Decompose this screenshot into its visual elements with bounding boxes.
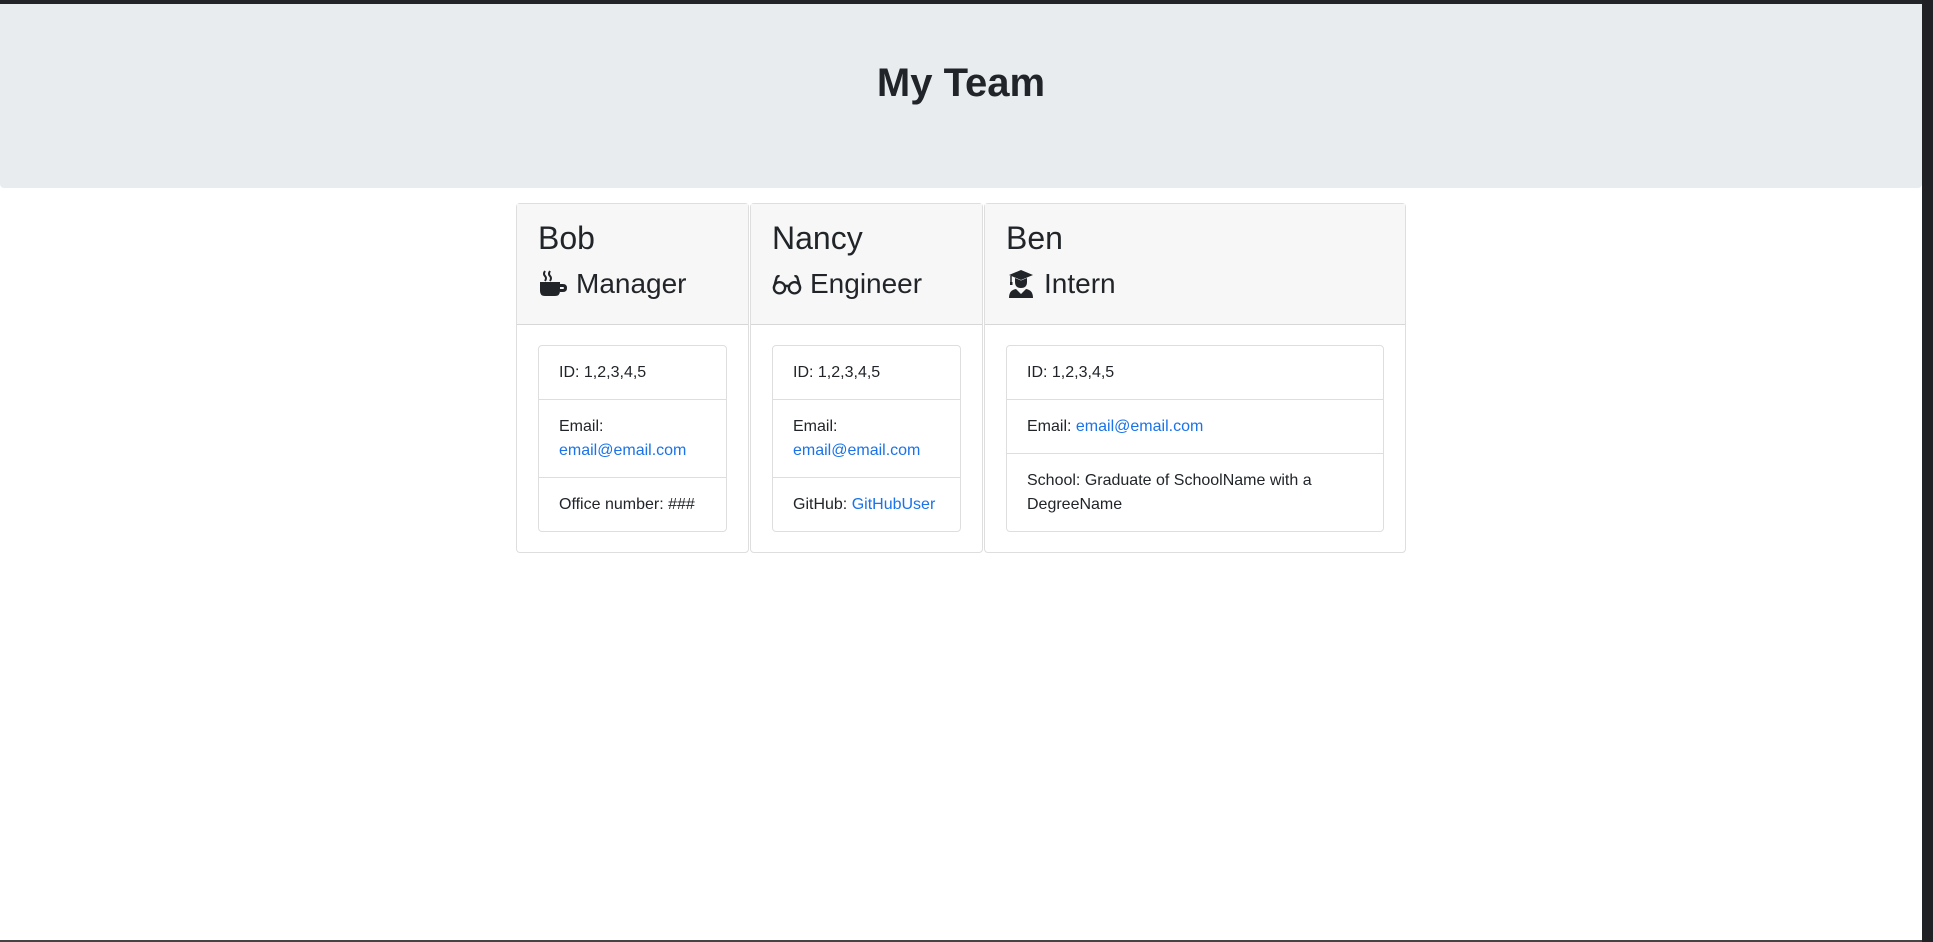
card-body: ID: 1,2,3,4,5 Email: email@email.com Sch…: [985, 325, 1405, 552]
card-body: ID: 1,2,3,4,5 Email: email@email.com Git…: [751, 325, 982, 552]
list-item-id: ID: 1,2,3,4,5: [539, 346, 726, 400]
role-label: Engineer: [810, 268, 923, 299]
card-header: Ben Intern: [985, 204, 1405, 325]
github-link[interactable]: GitHubUser: [852, 496, 936, 513]
card-header: Nancy Engineer: [751, 204, 982, 325]
list-item-email: Email: email@email.com: [539, 400, 726, 478]
card-header: Bob Manager: [517, 204, 748, 325]
page-title: My Team: [876, 60, 1046, 105]
info-list: ID: 1,2,3,4,5 Email: email@email.com Sch…: [1006, 345, 1384, 532]
email-label: Email:: [1027, 418, 1072, 435]
email-link[interactable]: email@email.com: [559, 442, 686, 459]
id-label: ID:: [559, 364, 580, 381]
list-item-id: ID: 1,2,3,4,5: [773, 346, 960, 400]
glasses-icon: [772, 269, 802, 299]
id-value: 1,2,3,4,5: [583, 364, 647, 381]
employee-name: Nancy: [772, 220, 863, 256]
employee-card-manager: Bob Manager ID: 1,2,3,4,5 Email: email@e…: [516, 203, 749, 553]
office-number-label: Office number:: [559, 496, 664, 513]
coffee-icon: [538, 269, 568, 299]
email-label: Email:: [793, 418, 838, 435]
browser-viewport: My Team Bob Manager ID: 1,2,3,4,5 Email:…: [0, 0, 1933, 942]
id-value: 1,2,3,4,5: [1051, 364, 1115, 381]
email-link[interactable]: email@email.com: [793, 442, 920, 459]
id-label: ID:: [793, 364, 814, 381]
employee-role: Intern: [1006, 266, 1384, 302]
page-header: My Team: [0, 4, 1922, 188]
employee-name: Ben: [1006, 220, 1063, 256]
list-item-office-number: Office number: ###: [539, 478, 726, 531]
id-value: 1,2,3,4,5: [817, 364, 881, 381]
team-cards: Bob Manager ID: 1,2,3,4,5 Email: email@e…: [516, 203, 1406, 553]
list-item-email: Email: email@email.com: [773, 400, 960, 478]
card-body: ID: 1,2,3,4,5 Email: email@email.com Off…: [517, 325, 748, 552]
employee-name: Bob: [538, 220, 595, 256]
list-item-email: Email: email@email.com: [1007, 400, 1383, 454]
email-label: Email:: [559, 418, 604, 435]
info-list: ID: 1,2,3,4,5 Email: email@email.com Off…: [538, 345, 727, 532]
window-right-edge: [1922, 0, 1933, 942]
office-number-value: ###: [668, 496, 695, 513]
list-item-github: GitHub: GitHubUser: [773, 478, 960, 531]
employee-card-engineer: Nancy Engineer ID: 1,2,3,4,5 Email: emai…: [750, 203, 983, 553]
school-label: School:: [1027, 472, 1081, 489]
employee-role: Engineer: [772, 266, 961, 302]
id-label: ID:: [1027, 364, 1048, 381]
employee-role: Manager: [538, 266, 727, 302]
employee-card-intern: Ben Intern ID: 1,2,3,4,5 Email: email@em…: [984, 203, 1406, 553]
list-item-school: School: Graduate of SchoolName with a De…: [1007, 454, 1383, 531]
role-label: Manager: [576, 268, 687, 299]
github-label: GitHub:: [793, 496, 848, 513]
graduate-icon: [1006, 269, 1036, 299]
list-item-id: ID: 1,2,3,4,5: [1007, 346, 1383, 400]
email-link[interactable]: email@email.com: [1076, 418, 1203, 435]
info-list: ID: 1,2,3,4,5 Email: email@email.com Git…: [772, 345, 961, 532]
role-label: Intern: [1044, 268, 1116, 299]
